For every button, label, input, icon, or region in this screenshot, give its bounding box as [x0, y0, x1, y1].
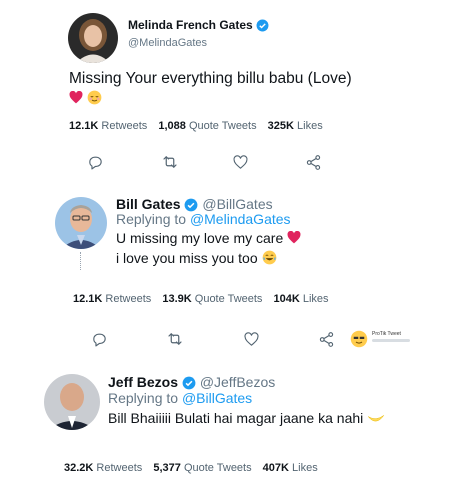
tweet-actions [89, 329, 339, 349]
reply-button[interactable] [89, 329, 109, 349]
like-button[interactable] [241, 329, 261, 349]
like-icon [232, 154, 248, 169]
replying-to-link[interactable]: @BillGates [182, 390, 252, 406]
red-heart-icon [287, 231, 301, 244]
quotes-count[interactable]: 5,377 [153, 462, 181, 474]
likes-count[interactable]: 104K [274, 293, 300, 305]
verified-icon [256, 19, 269, 32]
retweets-count[interactable]: 12.1K [73, 293, 102, 305]
share-button[interactable] [316, 329, 336, 349]
tweet-stats: 32.2K Retweets 5,377 Quote Tweets 407K L… [64, 462, 326, 474]
likes-label: Likes [292, 462, 318, 474]
share-icon [306, 154, 320, 170]
watermark-title: ProTik Tweet [372, 331, 401, 337]
watermark-logo-icon [350, 330, 368, 348]
tweet-stats: 12.1K Retweets 13.9K Quote Tweets 104K L… [73, 293, 337, 305]
avatar-bezos[interactable] [44, 374, 100, 430]
replying-label: Replying to [116, 211, 187, 227]
avatar-melinda[interactable] [68, 13, 118, 63]
watermark: ProTik Tweet [350, 328, 440, 350]
tweet-text: Bill Bhaiiiii Bulati hai magar jaane ka … [108, 410, 364, 426]
retweets-label: Retweets [96, 462, 143, 474]
share-icon [319, 331, 333, 347]
watermark-subline [372, 339, 410, 342]
replying-label: Replying to [108, 390, 179, 406]
quotes-label: Quote Tweets [194, 293, 263, 305]
crescent-moon-icon [368, 415, 385, 422]
red-heart-icon [69, 91, 83, 104]
verified-icon [182, 376, 196, 390]
retweet-button[interactable] [160, 152, 180, 172]
replying-to-link[interactable]: @MelindaGates [190, 211, 291, 227]
like-button[interactable] [230, 152, 250, 172]
tweet-actions [85, 152, 325, 172]
retweet-button[interactable] [165, 329, 185, 349]
tweet-text-line2: i love you miss you too [116, 250, 258, 266]
tears-of-joy-icon [262, 250, 276, 265]
author-handle[interactable]: @BillGates [202, 196, 272, 212]
tweet-text: Missing Your everything billu babu (Love… [69, 70, 352, 87]
retweet-icon [168, 333, 182, 345]
likes-label: Likes [302, 293, 329, 305]
reply-icon [88, 156, 102, 169]
share-button[interactable] [303, 152, 323, 172]
retweet-icon [163, 156, 177, 168]
retweets-label: Retweets [105, 293, 152, 305]
thread-line [80, 252, 81, 270]
author-handle[interactable]: @JeffBezos [200, 374, 275, 390]
tweet-stats: 12.1K Retweets 1,088 Quote Tweets 325K L… [69, 120, 331, 132]
relieved-face-icon [88, 90, 102, 105]
avatar-billgates[interactable] [55, 197, 107, 249]
author-name[interactable]: Melinda French Gates [128, 18, 253, 32]
reply-icon [92, 333, 106, 346]
likes-label: Likes [297, 120, 323, 132]
reply-button[interactable] [85, 152, 105, 172]
likes-count[interactable]: 325K [268, 120, 294, 132]
tweet-text-line1: U missing my love my care [116, 230, 284, 246]
author-name[interactable]: Jeff Bezos [108, 374, 178, 390]
retweets-count[interactable]: 12.1K [69, 120, 98, 132]
like-icon [243, 331, 259, 346]
likes-count[interactable]: 407K [263, 462, 289, 474]
quotes-label: Quote Tweets [188, 120, 257, 132]
author-name[interactable]: Bill Gates [116, 196, 181, 212]
author-handle[interactable]: @MelindaGates [128, 37, 207, 49]
retweets-count[interactable]: 32.2K [64, 462, 93, 474]
quotes-count[interactable]: 13.9K [162, 293, 191, 305]
quotes-count[interactable]: 1,088 [158, 120, 186, 132]
retweets-label: Retweets [101, 120, 148, 132]
quotes-label: Quote Tweets [183, 462, 252, 474]
